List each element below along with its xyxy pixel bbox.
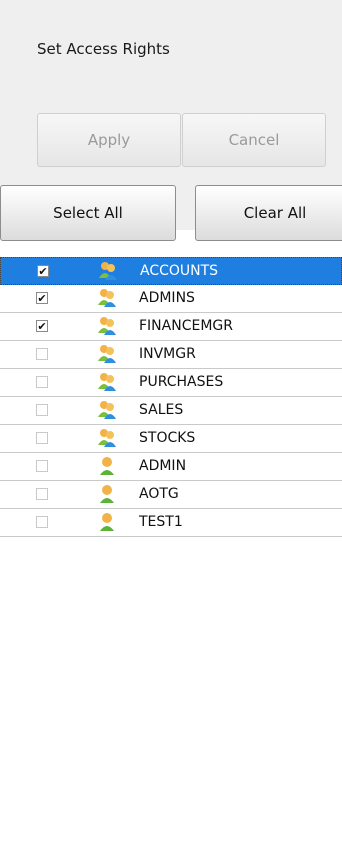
item-label: PURCHASES bbox=[139, 374, 224, 390]
user-icon bbox=[100, 485, 114, 503]
item-label: FINANCEMGR bbox=[139, 318, 233, 334]
item-label: ACCOUNTS bbox=[140, 263, 219, 279]
select-all-button[interactable]: Select All bbox=[0, 185, 176, 241]
list-item[interactable]: AOTG bbox=[0, 481, 342, 509]
checkbox[interactable] bbox=[36, 348, 48, 360]
checkbox[interactable] bbox=[36, 488, 48, 500]
list-item[interactable]: ADMIN bbox=[0, 453, 342, 481]
user-icon bbox=[100, 457, 114, 475]
item-label: SALES bbox=[139, 402, 184, 418]
checkbox[interactable] bbox=[36, 516, 48, 528]
checkbox[interactable] bbox=[36, 376, 48, 388]
user-group-icon bbox=[98, 345, 116, 363]
checkbox[interactable]: ✔ bbox=[36, 292, 48, 304]
list-item[interactable]: PURCHASES bbox=[0, 369, 342, 397]
item-label: ADMINS bbox=[139, 290, 195, 306]
user-group-icon bbox=[98, 289, 116, 307]
item-label: TEST1 bbox=[139, 514, 183, 530]
checkbox[interactable]: ✔ bbox=[37, 265, 49, 277]
list-item[interactable]: TEST1 bbox=[0, 509, 342, 537]
checkbox[interactable] bbox=[36, 460, 48, 472]
item-label: STOCKS bbox=[139, 430, 196, 446]
item-label: AOTG bbox=[139, 486, 179, 502]
cancel-button[interactable]: Cancel bbox=[182, 113, 326, 167]
list-item[interactable]: STOCKS bbox=[0, 425, 342, 453]
list-item[interactable]: ✔ ADMINS bbox=[0, 285, 342, 313]
access-rights-list: ✔ ACCOUNTS ✔ ADMINS ✔ FINANCEMGR INVMGR bbox=[0, 257, 342, 537]
user-group-icon bbox=[98, 317, 116, 335]
apply-button[interactable]: Apply bbox=[37, 113, 181, 167]
user-group-icon bbox=[99, 262, 117, 280]
user-group-icon bbox=[98, 429, 116, 447]
item-label: ADMIN bbox=[139, 458, 187, 474]
user-icon bbox=[100, 513, 114, 531]
clear-all-button[interactable]: Clear All bbox=[195, 185, 342, 241]
list-item[interactable]: SALES bbox=[0, 397, 342, 425]
checkbox[interactable] bbox=[36, 432, 48, 444]
checkbox[interactable] bbox=[36, 404, 48, 416]
page-title: Set Access Rights bbox=[37, 40, 170, 58]
list-item[interactable]: ✔ FINANCEMGR bbox=[0, 313, 342, 341]
list-item[interactable]: INVMGR bbox=[0, 341, 342, 369]
user-group-icon bbox=[98, 373, 116, 391]
item-label: INVMGR bbox=[139, 346, 196, 362]
user-group-icon bbox=[98, 401, 116, 419]
checkbox[interactable]: ✔ bbox=[36, 320, 48, 332]
list-item[interactable]: ✔ ACCOUNTS bbox=[0, 257, 342, 285]
